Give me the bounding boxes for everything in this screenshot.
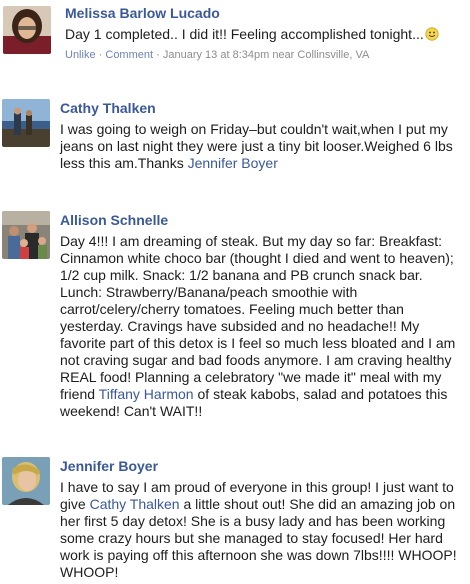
unlike-link[interactable]: Unlike (65, 49, 96, 61)
post-actions: Unlike · Comment · January 13 at 8:34pm … (65, 48, 464, 62)
post-content: Allison Schnelle Day 4!!! I am dreaming … (60, 211, 463, 420)
post-text: I have to say I am proud of everyone in … (60, 479, 463, 581)
author-name[interactable]: Melissa Barlow Lucado (65, 4, 464, 22)
mention-link[interactable]: Tiffany Harmon (99, 386, 194, 402)
avatar[interactable] (3, 6, 51, 54)
post-text-start: Day 4!!! I am dreaming of steak. But my … (60, 233, 456, 402)
author-name[interactable]: Allison Schnelle (60, 211, 463, 229)
post-text: I was going to weigh on Friday–but could… (60, 121, 463, 172)
author-name[interactable]: Cathy Thalken (60, 99, 463, 117)
timestamp[interactable]: January 13 at 8:34pm near Collinsville, … (163, 49, 369, 61)
separator: · (156, 49, 160, 61)
post-cathy: Cathy Thalken I was going to weigh on Fr… (0, 97, 470, 177)
post-content: Jennifer Boyer I have to say I am proud … (60, 457, 463, 581)
post-allison: Allison Schnelle Day 4!!! I am dreaming … (0, 209, 470, 419)
mention-link[interactable]: Cathy Thalken (90, 496, 180, 512)
avatar[interactable] (2, 211, 50, 259)
comment-link[interactable]: Comment (105, 49, 153, 61)
avatar[interactable] (2, 457, 50, 505)
separator: · (98, 49, 103, 61)
mention-link[interactable]: Jennifer Boyer (188, 155, 278, 171)
avatar[interactable] (2, 99, 50, 147)
author-name[interactable]: Jennifer Boyer (60, 457, 463, 475)
post-text: Day 4!!! I am dreaming of steak. But my … (60, 233, 463, 420)
post-content: Cathy Thalken I was going to weigh on Fr… (60, 99, 463, 172)
post-text-row: Day 1 completed.. I did it!! Feeling acc… (65, 26, 464, 45)
post-jennifer: Jennifer Boyer I have to say I am proud … (0, 455, 470, 584)
smiley-face-icon (425, 27, 439, 45)
post-text: Day 1 completed.. I did it!! Feeling acc… (65, 26, 424, 42)
post-content: Melissa Barlow Lucado Day 1 completed.. … (65, 4, 464, 62)
post-melissa: Melissa Barlow Lucado Day 1 completed.. … (0, 2, 470, 64)
